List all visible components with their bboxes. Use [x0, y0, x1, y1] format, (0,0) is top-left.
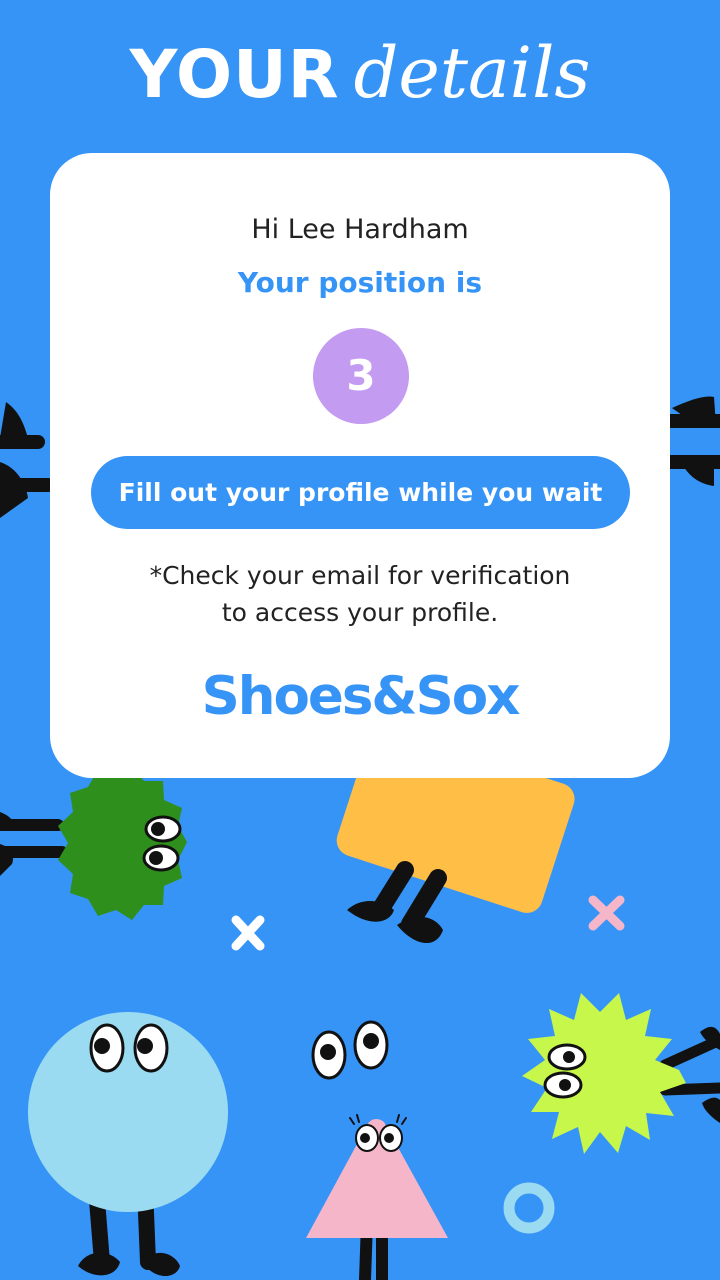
verification-note: *Check your email for verification to ac… [0, 557, 720, 631]
verification-note-line-1: *Check your email for verification [149, 561, 571, 590]
floating-eyes-icon [311, 1020, 389, 1080]
pink-triangle-character-icon [306, 1114, 448, 1280]
x-mark-icon [588, 895, 625, 931]
light-blue-circle-character-icon [28, 1012, 228, 1277]
green-fuzzy-character-icon [0, 766, 187, 920]
fill-profile-button[interactable]: Fill out your profile while you wait [91, 456, 630, 529]
verification-note-line-2: to access your profile. [221, 598, 499, 627]
lime-starburst-character-icon [522, 993, 720, 1154]
greeting-text: Hi Lee Hardham [251, 214, 469, 245]
right-edge-character-legs-icon [663, 396, 720, 486]
ring-icon [503, 1182, 555, 1234]
position-badge: 3 [313, 328, 409, 424]
position-label: Your position is [237, 266, 483, 299]
left-edge-character-legs-icon [0, 402, 55, 518]
x-mark-icon [231, 915, 265, 951]
shoes-and-sox-logo: Shoes&Sox [201, 666, 521, 727]
profile-details-screen: YOUR details Hi Lee Hardham Your positio… [0, 0, 720, 1280]
